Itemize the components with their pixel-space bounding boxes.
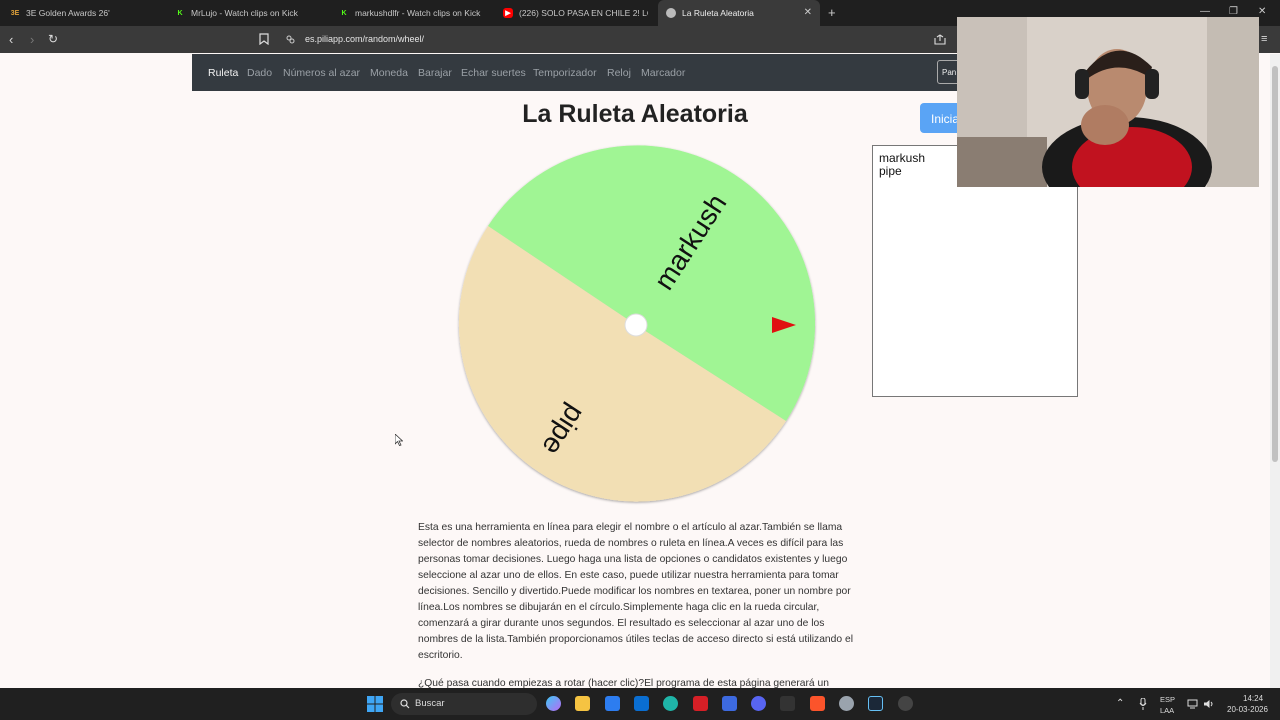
network-icon[interactable] xyxy=(1187,699,1199,709)
site-nav: Ruleta Dado Números al azar Moneda Baraj… xyxy=(192,54,960,91)
brave-icon[interactable] xyxy=(810,696,825,711)
page-title: La Ruleta Aleatoria xyxy=(522,100,748,128)
search-icon xyxy=(400,699,410,709)
random-wheel[interactable]: markush pipe xyxy=(454,143,818,507)
scrollbar-thumb[interactable] xyxy=(1272,66,1278,462)
tab-mrlujo-kick[interactable]: K MrLujo - Watch clips on Kick xyxy=(175,0,325,26)
nav-moneda[interactable]: Moneda xyxy=(370,67,408,79)
settings-icon[interactable] xyxy=(839,696,854,711)
webcam-overlay xyxy=(957,17,1259,187)
kick-icon: K xyxy=(341,9,347,17)
mouse-cursor-icon xyxy=(395,434,403,446)
epic-games-icon[interactable] xyxy=(780,696,795,711)
nav-reloj[interactable]: Reloj xyxy=(607,67,631,79)
microphone-icon[interactable] xyxy=(1139,698,1147,710)
description-text: Esta es una herramienta en línea para el… xyxy=(418,522,853,661)
tab-la-ruleta-aleatoria[interactable]: La Ruleta Aleatoria ✕ xyxy=(658,0,820,26)
back-icon[interactable]: ‹ xyxy=(9,32,13,47)
keyboard-layout[interactable]: LAA xyxy=(1160,706,1174,715)
obs-icon[interactable] xyxy=(898,696,913,711)
tab-label: MrLujo - Watch clips on Kick xyxy=(191,8,298,18)
tab-label: (226) SOLO PASA EN CHILE 2! LO ME xyxy=(519,8,648,18)
tray-chevron-icon[interactable]: ⌃ xyxy=(1116,698,1124,709)
search-label: Buscar xyxy=(415,698,445,709)
tab-label: 3E Golden Awards 26' xyxy=(26,8,110,18)
maximize-icon[interactable]: ❐ xyxy=(1229,6,1238,17)
reload-icon[interactable]: ↻ xyxy=(48,32,58,46)
file-explorer-icon[interactable] xyxy=(575,696,590,711)
minimize-icon[interactable]: — xyxy=(1200,6,1210,17)
tab-markushdlfr-kick[interactable]: K markushdlfr - Watch clips on Kick xyxy=(339,0,489,26)
copilot-icon[interactable] xyxy=(546,696,561,711)
language-indicator[interactable]: ESP xyxy=(1160,695,1175,704)
nav-ruleta[interactable]: Ruleta xyxy=(208,67,238,79)
adobe-icon[interactable] xyxy=(693,696,708,711)
discord-icon[interactable] xyxy=(751,696,766,711)
bookmark-icon[interactable] xyxy=(259,33,269,45)
clock-time[interactable]: 14:24 xyxy=(1243,694,1263,703)
tab-label: La Ruleta Aleatoria xyxy=(682,8,754,18)
forward-icon[interactable]: › xyxy=(30,32,34,47)
new-tab-button[interactable]: + xyxy=(828,5,836,20)
nav-dado[interactable]: Dado xyxy=(247,67,272,79)
tab-youtube-video[interactable]: ▶ (226) SOLO PASA EN CHILE 2! LO ME xyxy=(503,0,648,26)
app-icon[interactable] xyxy=(722,696,737,711)
youtube-icon: ▶ xyxy=(503,8,513,18)
close-window-icon[interactable]: ✕ xyxy=(1258,6,1266,17)
close-tab-icon[interactable]: ✕ xyxy=(804,7,812,18)
share-icon[interactable] xyxy=(934,34,946,45)
volume-icon[interactable] xyxy=(1203,699,1215,709)
url-bar[interactable]: es.piliapp.com/random/wheel/ xyxy=(305,34,424,44)
nav-marcador[interactable]: Marcador xyxy=(641,67,685,79)
menu-icon[interactable]: ≡ xyxy=(1261,33,1267,45)
nav-temporizador[interactable]: Temporizador xyxy=(533,67,597,79)
nav-numeros[interactable]: Números al azar xyxy=(283,67,360,79)
tab-3e-golden-awards[interactable]: 3E 3E Golden Awards 26' xyxy=(10,0,160,26)
wheel-center-hub xyxy=(624,313,648,337)
clock-date[interactable]: 20-03-2026 xyxy=(1227,705,1268,714)
store-icon[interactable] xyxy=(605,696,620,711)
kick-icon: K xyxy=(177,9,183,17)
windows-start-icon[interactable] xyxy=(367,696,383,712)
nav-barajar[interactable]: Barajar xyxy=(418,67,452,79)
tab-label: markushdlfr - Watch clips on Kick xyxy=(355,8,481,18)
edge-icon[interactable] xyxy=(663,696,678,711)
nav-echar-suertes[interactable]: Echar suertes xyxy=(461,67,526,79)
site-settings-icon[interactable] xyxy=(286,35,295,44)
steam-icon[interactable] xyxy=(868,696,883,711)
3e-logo-icon: 3E xyxy=(10,9,20,17)
outlook-icon[interactable] xyxy=(634,696,649,711)
taskbar-search[interactable] xyxy=(391,693,537,715)
piliapp-icon xyxy=(666,8,676,18)
